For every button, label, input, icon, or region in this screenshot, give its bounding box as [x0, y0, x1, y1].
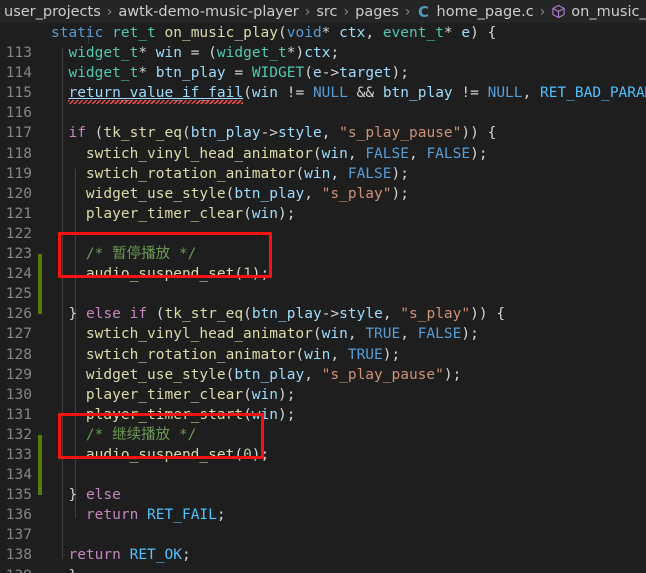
line-content: widget_use_style(btn_play, "s_play_pause… [85, 366, 462, 383]
code-lines: 113 static ret_t on_music_play(void* ctx… [0, 23, 646, 573]
breadcrumb: user_projects › awtk-demo-music-player ›… [0, 0, 646, 23]
code-line[interactable]: 135 [0, 465, 646, 503]
breadcrumb-item-src[interactable]: src [315, 4, 338, 20]
code-line[interactable]: 132 player_timer_start(win); [0, 405, 646, 443]
line-content: return RET_FAIL; [85, 507, 226, 524]
code-line[interactable]: 139 return RET_OK; [0, 545, 646, 573]
code-line[interactable]: 140 } [0, 566, 646, 573]
chevron-right-icon: › [304, 3, 311, 20]
line-content: player_timer_start(win); [85, 406, 296, 423]
code-line[interactable]: 129 swtich_rotation_animator(win, TRUE); [0, 345, 646, 383]
breadcrumb-label: awtk-demo-music-player [118, 3, 299, 20]
code-line[interactable]: 117 [0, 103, 646, 141]
code-line[interactable]: 122 player_timer_clear(win); [0, 204, 646, 242]
code-line[interactable]: 113 static ret_t on_music_play(void* ctx… [0, 23, 646, 61]
breadcrumb-item-home_page.c[interactable]: C home_page.c [416, 2, 535, 21]
code-line[interactable]: 126 [0, 284, 646, 322]
breadcrumb-label: on_music_p [571, 3, 646, 20]
code-line[interactable]: 119 swtich_vinyl_head_animator(win, FALS… [0, 144, 646, 182]
code-line[interactable]: 114 widget_t* win = (widget_t*)ctx; [0, 43, 646, 81]
line-content: swtich_vinyl_head_animator(win, FALSE, F… [85, 145, 488, 162]
code-line[interactable]: 125 audio_suspend_set(1); [0, 264, 646, 302]
error-token: return_value_if_fail [68, 85, 244, 105]
chevron-right-icon: › [404, 3, 411, 20]
code-line[interactable]: 120 swtich_rotation_animator(win, FALSE)… [0, 164, 646, 202]
line-content: audio_suspend_set(0); [85, 446, 270, 463]
line-content: return RET_OK; [68, 547, 191, 564]
code-line[interactable]: 124 /* 暂停播放 */ [0, 244, 646, 282]
chevron-right-icon: › [106, 3, 113, 20]
code-line[interactable]: 128 swtich_vinyl_head_animator(win, TRUE… [0, 324, 646, 362]
code-line[interactable]: 134 audio_suspend_set(0); [0, 445, 646, 483]
line-content: static ret_t on_music_play(void* ctx, ev… [51, 25, 497, 41]
line-content: swtich_rotation_animator(win, FALSE); [85, 165, 409, 182]
breadcrumb-label: home_page.c [436, 3, 534, 20]
line-content: return_value_if_fail (win != NULL && btn_… [51, 83, 646, 105]
line-content: swtich_vinyl_head_animator(win, TRUE, FA… [85, 326, 479, 343]
line-content: player_timer_clear(win); [85, 386, 296, 403]
line-content: if (tk_str_eq(btn_play->style, "s_play_p… [68, 125, 497, 142]
line-content: } else if (tk_str_eq(btn_play->style, "s… [68, 306, 506, 323]
breadcrumb-item-user_projects[interactable]: user_projects [3, 4, 102, 20]
line-content: audio_suspend_set(1); [85, 266, 270, 283]
breadcrumb-item-on_music_play[interactable]: on_music_p [550, 4, 646, 20]
code-line[interactable]: 130 widget_use_style(btn_play, "s_play_p… [0, 365, 646, 403]
code-line[interactable]: 138 [0, 525, 646, 563]
symbol-method-icon [550, 4, 566, 20]
code-line[interactable]: 118 if (tk_str_eq(btn_play->style, "s_pl… [0, 123, 646, 161]
line-content: /* 暂停播放 */ [51, 246, 197, 263]
code-line[interactable]: 136 } else [0, 485, 646, 523]
c-file-icon: C [418, 2, 430, 21]
code-editor[interactable]: 113 static ret_t on_music_play(void* ctx… [0, 23, 646, 573]
code-line[interactable]: 137 return RET_FAIL; [0, 505, 646, 543]
breadcrumb-item-pages[interactable]: pages [354, 4, 400, 20]
line-content: /* 继续播放 */ [51, 426, 197, 443]
line-content: } else [68, 487, 121, 504]
line-content: widget_use_style(btn_play, "s_play"); [85, 185, 409, 202]
breadcrumb-label: src [316, 3, 338, 20]
line-content: widget_t* btn_play = WIDGET(e->target); [68, 65, 410, 82]
line-content: player_timer_clear(win); [85, 205, 296, 222]
line-content: swtich_rotation_animator(win, TRUE); [85, 346, 401, 363]
chevron-right-icon: › [539, 3, 546, 20]
chevron-right-icon: › [343, 3, 350, 20]
code-line[interactable]: 123 [0, 224, 646, 262]
line-content: widget_t* win = (widget_t*)ctx; [68, 45, 340, 62]
code-line[interactable]: 133 /* 继续播放 */ [0, 425, 646, 463]
code-line[interactable]: 115 widget_t* btn_play = WIDGET(e->targe… [0, 63, 646, 101]
code-line[interactable]: 127 } else if (tk_str_eq(btn_play->style… [0, 304, 646, 342]
line-content: } [51, 566, 77, 573]
breadcrumb-label: pages [355, 3, 399, 20]
breadcrumb-item-awtk-demo-music-player[interactable]: awtk-demo-music-player [117, 4, 299, 20]
code-line[interactable]: 116 return_value_if_fail (win != NULL && … [0, 83, 646, 121]
code-line[interactable]: 131 player_timer_clear(win); [0, 385, 646, 423]
code-line[interactable]: 121 widget_use_style(btn_play, "s_play")… [0, 184, 646, 222]
breadcrumb-label: user_projects [4, 3, 101, 20]
